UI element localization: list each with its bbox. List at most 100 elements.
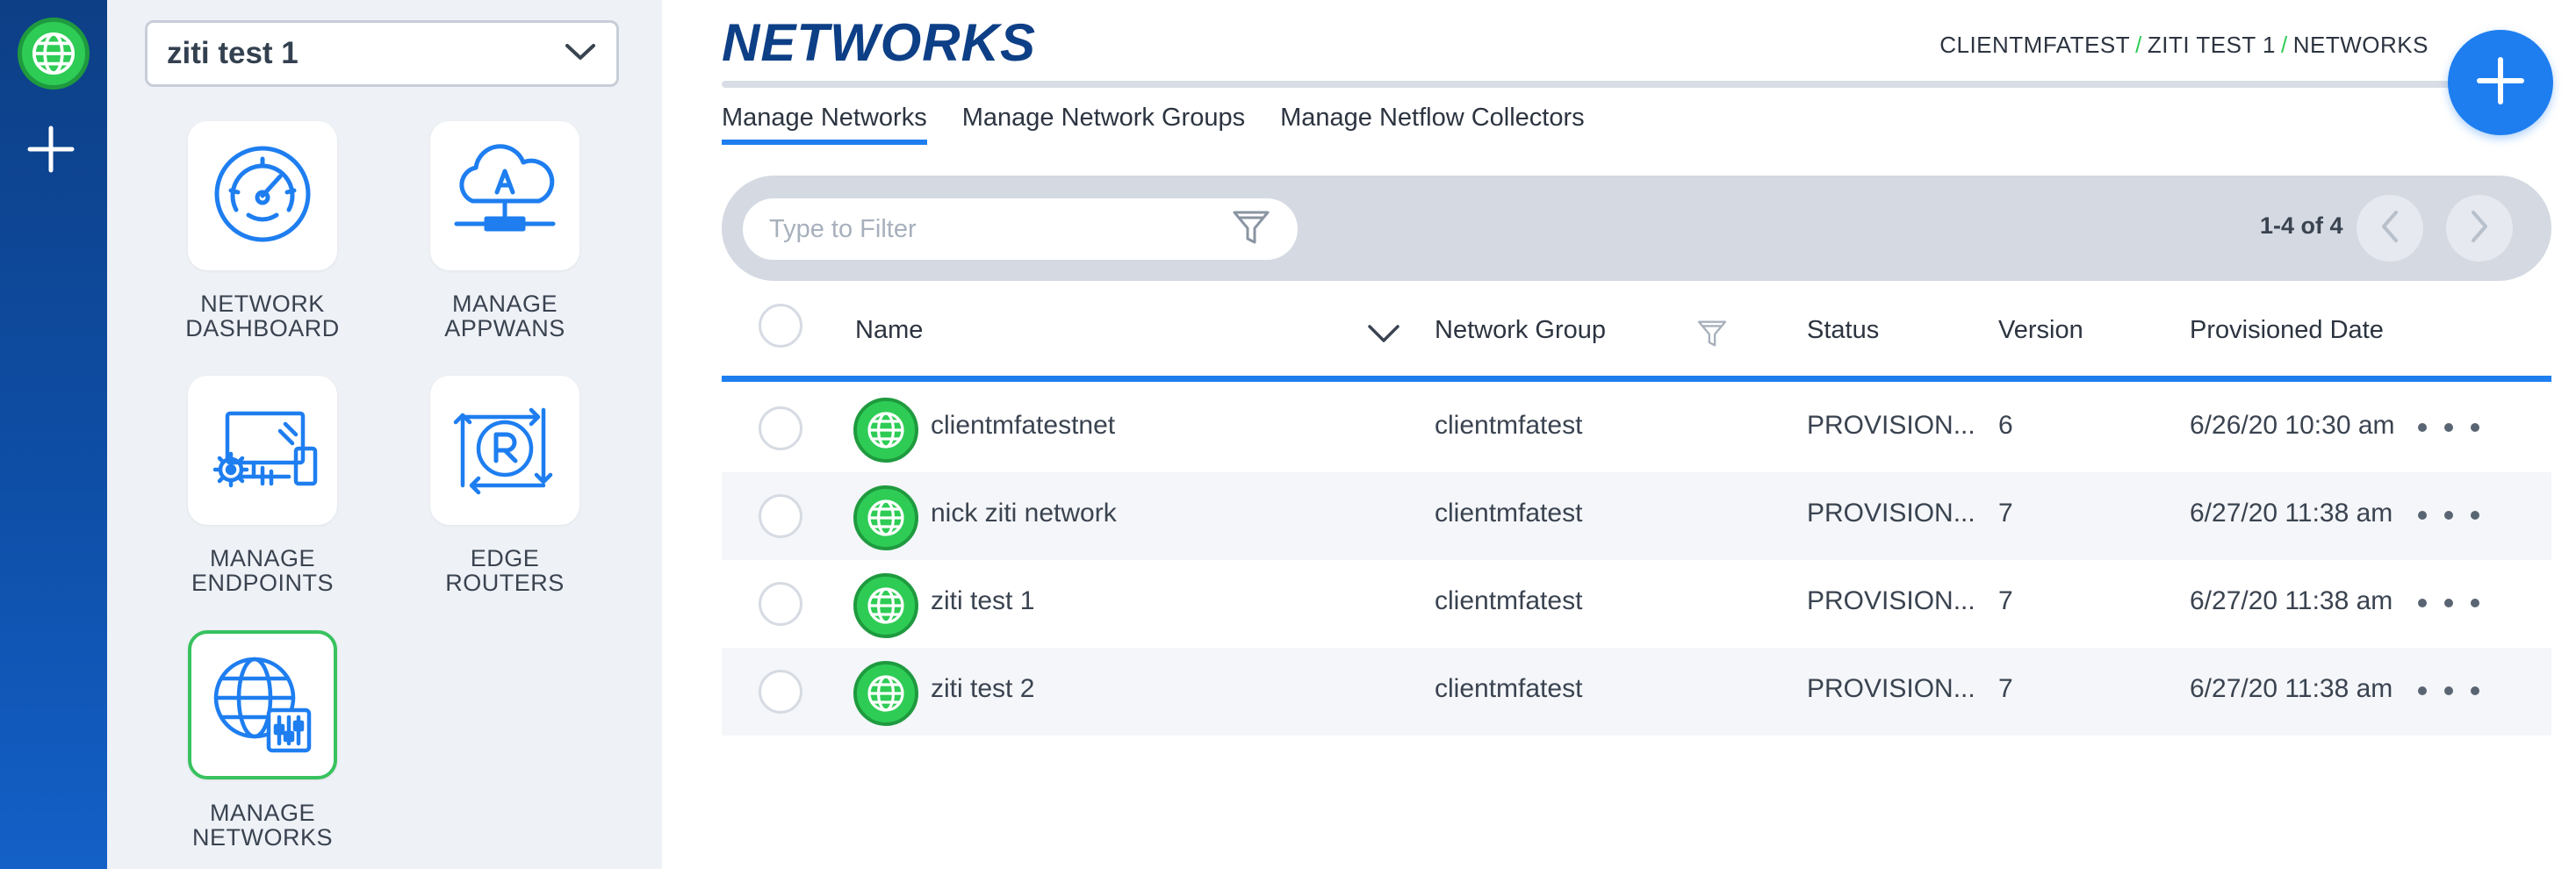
row-network-group: clientmfatest <box>1435 586 1583 615</box>
tab-manage-network-groups[interactable]: Manage Network Groups <box>962 104 1245 145</box>
column-header-provisioned-date[interactable]: Provisioned Date <box>2190 316 2384 345</box>
row-status: PROVISION... <box>1807 499 1975 528</box>
tile-manage-endpoints[interactable] <box>188 376 337 525</box>
tile-label-line: NETWORKS <box>191 824 333 851</box>
row-status: PROVISION... <box>1807 674 1975 703</box>
breadcrumb-item[interactable]: ZITI TEST 1 <box>2148 32 2276 58</box>
tile-label-line: ROUTERS <box>445 570 565 596</box>
chevron-right-icon <box>2468 209 2491 248</box>
column-header-network-group[interactable]: Network Group <box>1435 316 1606 345</box>
filter-bar: 1-4 of 4 <box>722 176 2551 281</box>
column-header-name[interactable]: Name <box>855 316 923 345</box>
row-checkbox[interactable] <box>759 582 802 626</box>
breadcrumb-separator: / <box>2135 32 2142 58</box>
table-row[interactable]: nick ziti network clientmfatest PROVISIO… <box>722 472 2551 560</box>
pagination-count: 1-4 of 4 <box>2260 212 2343 239</box>
more-horizontal-icon[interactable] <box>2418 493 2479 537</box>
row-network-group: clientmfatest <box>1435 499 1583 528</box>
next-page-button[interactable] <box>2446 195 2513 262</box>
header-divider <box>722 376 2551 382</box>
row-name[interactable]: nick ziti network <box>931 499 1117 528</box>
row-checkbox[interactable] <box>759 670 802 714</box>
tab-bar: Manage Networks Manage Network Groups Ma… <box>722 104 1585 145</box>
more-horizontal-icon[interactable] <box>2418 406 2479 449</box>
row-version: 7 <box>1998 586 2013 615</box>
tile-label-line: MANAGE <box>209 800 316 826</box>
globe-icon <box>853 398 918 463</box>
chevron-down-icon[interactable] <box>1366 323 1401 348</box>
table-row[interactable]: clientmfatestnet clientmfatest PROVISION… <box>722 384 2551 472</box>
row-name[interactable]: ziti test 2 <box>931 674 1034 704</box>
tile-label-line: MANAGE <box>451 291 558 317</box>
select-all-checkbox[interactable] <box>759 304 802 348</box>
devices-gear-icon <box>201 396 324 506</box>
row-provisioned-date: 6/27/20 11:38 am <box>2190 499 2393 528</box>
tile-manage-appwans[interactable] <box>430 121 579 270</box>
breadcrumb-item[interactable]: CLIENTMFATEST <box>1939 32 2130 58</box>
row-checkbox[interactable] <box>759 406 802 450</box>
row-provisioned-date: 6/26/20 10:30 am <box>2190 411 2395 440</box>
globe-icon <box>853 485 918 550</box>
network-select[interactable]: ziti test 1 <box>145 20 619 87</box>
tile-label-manage-appwans: MANAGE APPWANS <box>399 291 610 341</box>
column-header-status[interactable]: Status <box>1807 316 1879 345</box>
row-checkbox[interactable] <box>759 494 802 538</box>
gauge-icon <box>210 141 315 251</box>
row-provisioned-date: 6/27/20 11:38 am <box>2190 586 2393 615</box>
table-row[interactable]: ziti test 1 clientmfatest PROVISION... 7… <box>722 560 2551 648</box>
breadcrumb-separator: / <box>2281 32 2288 58</box>
navigation-panel: ziti test 1 NETWORK DASHBOARD MANAGE APP… <box>107 0 662 869</box>
network-select-value: ziti test 1 <box>167 36 299 70</box>
tile-label-line: EDGE <box>470 545 540 571</box>
tile-label-line: APPWANS <box>444 315 565 341</box>
tile-label-manage-endpoints: MANAGE ENDPOINTS <box>157 546 368 595</box>
main-content: NETWORKS CLIENTMFATEST / ZITI TEST 1/NETWO… <box>662 0 2576 869</box>
filter-icon[interactable] <box>1696 318 1728 354</box>
table-header: Name Network Group Status Version Provis… <box>722 297 2551 381</box>
row-name[interactable]: clientmfatestnet <box>931 411 1115 441</box>
tile-label-line: MANAGE <box>209 545 316 571</box>
tile-label-edge-routers: EDGE ROUTERS <box>399 546 610 595</box>
tile-label-line: ENDPOINTS <box>191 570 335 596</box>
tile-label-line: DASHBOARD <box>185 315 340 341</box>
row-status: PROVISION... <box>1807 586 1975 615</box>
router-icon <box>450 394 559 507</box>
row-version: 6 <box>1998 411 2013 440</box>
column-header-version[interactable]: Version <box>1998 316 2083 345</box>
more-horizontal-icon[interactable] <box>2418 581 2479 625</box>
tile-label-line: NETWORK <box>200 291 325 317</box>
rail-network-button[interactable] <box>10 14 97 93</box>
tab-manage-netflow-collectors[interactable]: Manage Netflow Collectors <box>1280 104 1585 145</box>
table-row[interactable]: ziti test 2 clientmfatest PROVISION... 7… <box>722 648 2551 736</box>
title-divider <box>722 81 2478 88</box>
row-name[interactable]: ziti test 1 <box>931 586 1034 616</box>
globe-icon <box>853 573 918 638</box>
tile-label-manage-networks: MANAGE NETWORKS <box>157 801 368 850</box>
add-network-button[interactable] <box>2448 30 2553 135</box>
globe-icon <box>853 661 918 726</box>
filter-input[interactable] <box>769 214 1226 244</box>
row-network-group: clientmfatest <box>1435 674 1583 703</box>
chevron-down-icon <box>564 41 597 67</box>
row-provisioned-date: 6/27/20 11:38 am <box>2190 674 2393 703</box>
row-network-group: clientmfatest <box>1435 411 1583 440</box>
app-rail <box>0 0 107 869</box>
more-horizontal-icon[interactable] <box>2418 669 2479 713</box>
filter-icon[interactable] <box>1231 207 1271 252</box>
plus-icon[interactable] <box>25 123 77 176</box>
row-status: PROVISION... <box>1807 411 1975 440</box>
chevron-left-icon <box>2378 209 2401 248</box>
previous-page-button[interactable] <box>2357 195 2423 262</box>
breadcrumb-item: NETWORKS <box>2292 32 2428 58</box>
globe-icon <box>18 18 90 90</box>
plus-icon <box>2474 54 2527 111</box>
tab-manage-networks[interactable]: Manage Networks <box>722 104 927 145</box>
tile-network-dashboard[interactable] <box>188 121 337 270</box>
breadcrumb: CLIENTMFATEST / ZITI TEST 1/NETWORKS <box>1939 32 2428 59</box>
cloud-app-icon <box>448 141 562 251</box>
filter-field[interactable] <box>743 198 1298 260</box>
tile-manage-networks[interactable] <box>188 630 337 779</box>
page-title: NETWORKS <box>722 13 1036 72</box>
tile-edge-routers[interactable] <box>430 376 579 525</box>
row-version: 7 <box>1998 499 2013 528</box>
